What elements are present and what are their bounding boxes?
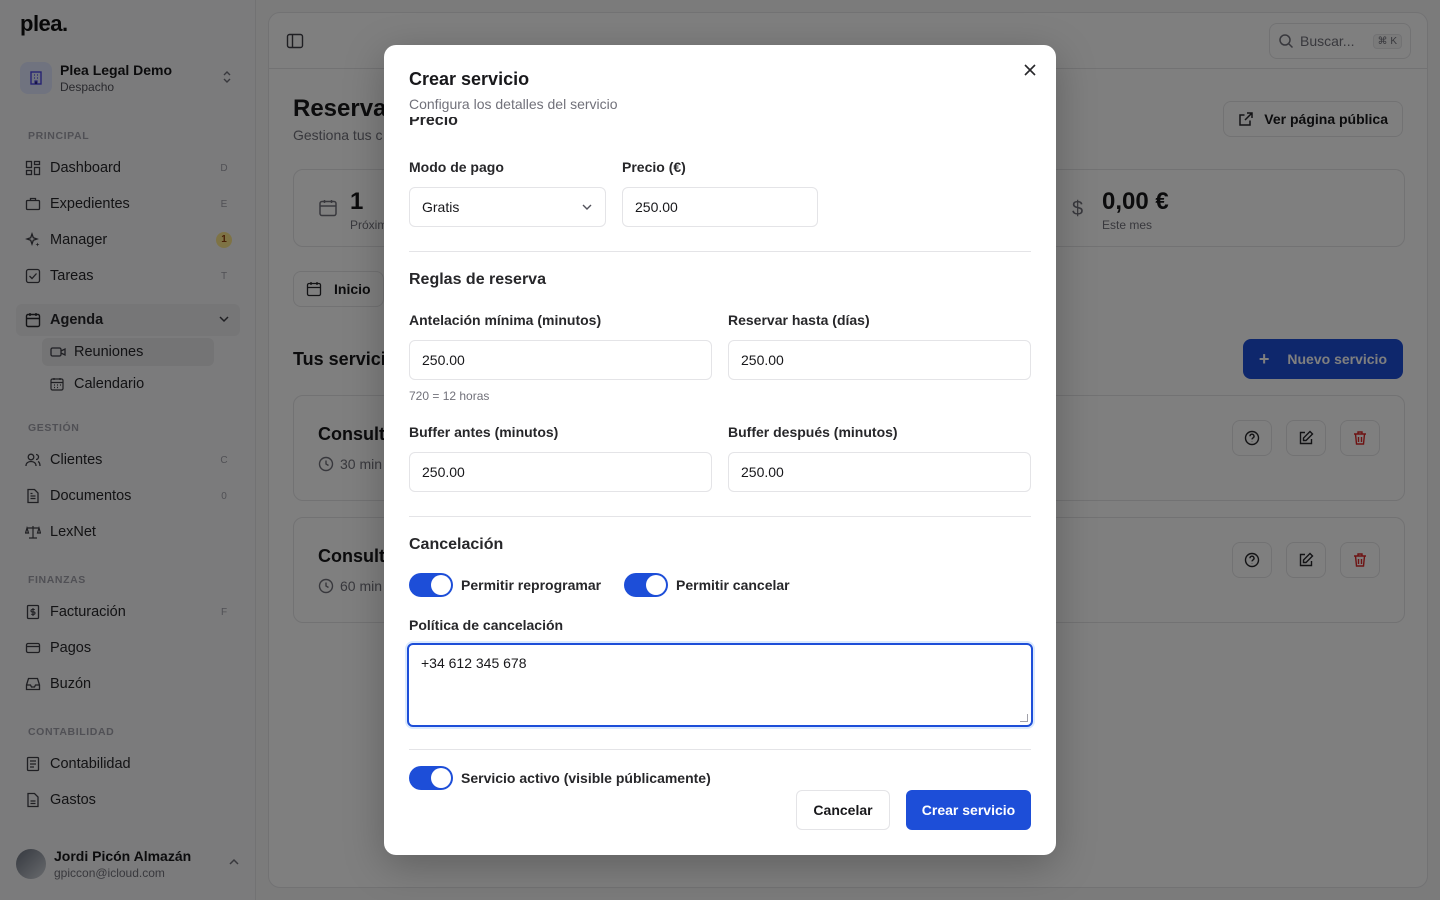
book-until-label: Reservar hasta (días): [728, 312, 870, 328]
min-notice-hint: 720 = 12 horas: [409, 389, 490, 403]
allow-reschedule-label: Permitir reprogramar: [461, 577, 602, 593]
buffer-after-label: Buffer después (minutos): [728, 424, 898, 440]
payment-mode-label: Modo de pago: [409, 159, 504, 175]
buffer-after-input[interactable]: 250.00: [728, 452, 1031, 492]
allow-reschedule-toggle[interactable]: [409, 573, 453, 597]
payment-mode-value: Gratis: [422, 199, 460, 215]
min-notice-label: Antelación mínima (minutos): [409, 312, 602, 328]
divider: [409, 516, 1031, 517]
service-active-toggle[interactable]: [409, 766, 453, 790]
price-label: Precio (€): [622, 159, 686, 175]
allow-cancel-label: Permitir cancelar: [676, 577, 790, 593]
dialog-title: Crear servicio: [409, 69, 530, 89]
buffer-before-input[interactable]: 250.00: [409, 452, 712, 492]
price-input[interactable]: 250.00: [622, 187, 818, 227]
price-section-title: Precio: [409, 117, 458, 129]
chevron-down-icon: [581, 201, 593, 213]
service-active-label: Servicio activo (visible públicamente): [461, 770, 711, 786]
policy-text: +34 612 345 678: [421, 655, 527, 671]
buffer-before-label: Buffer antes (minutos): [409, 424, 559, 440]
allow-cancel-toggle[interactable]: [624, 573, 668, 597]
booking-rules-title: Reglas de reserva: [409, 271, 546, 288]
divider: [409, 251, 1031, 252]
resize-handle[interactable]: [1020, 714, 1028, 722]
payment-mode-select[interactable]: Gratis: [409, 187, 606, 227]
dialog-subtitle: Configura los detalles del servicio: [409, 96, 618, 112]
min-notice-input[interactable]: 250.00: [409, 340, 712, 380]
cancel-button[interactable]: Cancelar: [796, 790, 890, 830]
create-service-dialog: Crear servicio Configura los detalles de…: [384, 45, 1056, 855]
close-button[interactable]: [1020, 61, 1040, 79]
policy-label: Política de cancelación: [409, 617, 564, 633]
book-until-input[interactable]: 250.00: [728, 340, 1031, 380]
cancellation-title: Cancelación: [409, 536, 504, 553]
create-service-button[interactable]: Crear servicio: [906, 790, 1031, 830]
close-icon: [1024, 64, 1036, 76]
divider: [409, 749, 1031, 750]
cancellation-policy-textarea[interactable]: +34 612 345 678: [407, 643, 1033, 727]
